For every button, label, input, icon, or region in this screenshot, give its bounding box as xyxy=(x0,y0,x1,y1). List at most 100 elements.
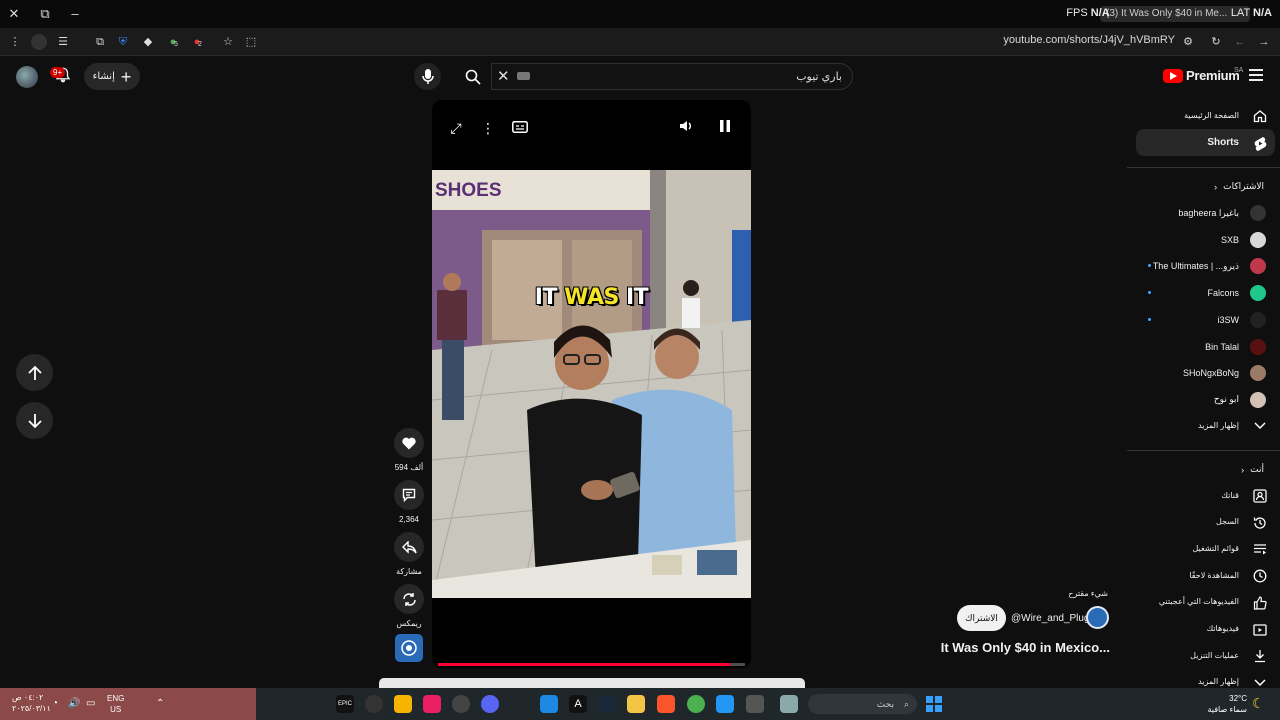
show-hidden-icons-icon[interactable]: ⌃ xyxy=(156,698,164,709)
channel-avatar[interactable] xyxy=(1086,606,1109,629)
sidebar-item-you[interactable]: عمليات التنزيل xyxy=(1136,642,1275,668)
extensions-icon[interactable]: ⧉ xyxy=(92,34,108,50)
sidebar-item-you[interactable]: السجل xyxy=(1136,509,1275,535)
youtube-play-logo-icon xyxy=(1163,68,1183,83)
sidebar-item-label: إظهار المزيد xyxy=(1198,420,1239,430)
restore-window-button[interactable]: ⧉ xyxy=(35,4,55,24)
taskbar-clock[interactable]: ٠٤:٠٢ ص ٢٠٢٥/٠٣/١١ xyxy=(12,692,51,714)
remix-button[interactable] xyxy=(394,584,424,614)
captions-icon[interactable] xyxy=(511,119,529,137)
back-icon[interactable]: → xyxy=(1256,34,1272,50)
voice-search-button[interactable] xyxy=(414,63,441,90)
discord-icon[interactable] xyxy=(481,695,499,713)
screenshot-icon[interactable]: ⬚ xyxy=(243,34,259,50)
subscribe-button[interactable]: الاشتراك xyxy=(957,605,1006,631)
weather-condition: سماء صافية xyxy=(1207,705,1247,714)
sidebar-subscription-item[interactable]: SHoNgxBoNg xyxy=(1136,362,1275,384)
sidebar-item-you[interactable]: الفيديوهات التي أعجبتني xyxy=(1136,589,1275,615)
next-short-button[interactable] xyxy=(16,402,53,439)
app-icon-light[interactable] xyxy=(780,695,798,713)
sidebar-subscription-item[interactable]: ابو نوح xyxy=(1136,389,1275,411)
sidebar-item-you[interactable]: قناتك xyxy=(1136,482,1275,508)
weather-widget[interactable]: 32°C سماء صافية xyxy=(1205,693,1247,715)
sidebar-item-you[interactable]: قوائم التشغيل xyxy=(1136,535,1275,561)
guide-menu-icon[interactable] xyxy=(1249,69,1263,81)
windows-start-icon[interactable] xyxy=(926,696,942,712)
sidebar-subscription-item[interactable]: i3SW xyxy=(1136,309,1275,331)
sidebar-item-you[interactable]: فيديوهاتك xyxy=(1136,616,1275,642)
reload-icon[interactable]: ↻ xyxy=(1208,34,1224,50)
sidebar-subscription-item[interactable]: The Ultimates | ...ذيرو xyxy=(1136,255,1275,277)
you-header[interactable]: › أنت xyxy=(1241,464,1264,475)
comments-button[interactable] xyxy=(394,480,424,510)
create-button[interactable]: إنشاء + xyxy=(84,63,140,90)
sidebar-item-shorts[interactable]: Shorts xyxy=(1136,129,1275,156)
subscriptions-show-more[interactable]: إظهار المزيد xyxy=(1136,412,1275,438)
sidebar-subscription-item[interactable]: SXB xyxy=(1136,229,1275,251)
reading-list-icon[interactable]: ☰ xyxy=(55,34,71,50)
remix-action[interactable]: ريمكس xyxy=(394,584,424,628)
shorts-player[interactable]: ⤢ ⋮ SHOES IT WAS IT xyxy=(432,100,751,668)
search-button[interactable] xyxy=(455,64,491,90)
network-icon[interactable]: ▭ xyxy=(86,698,95,709)
keyboard-icon[interactable] xyxy=(517,72,530,80)
app-icon-dark[interactable] xyxy=(365,695,383,713)
volume-tray-icon[interactable]: 🔊 xyxy=(68,698,80,709)
like-action[interactable]: 594 ألف xyxy=(394,428,424,472)
channel-name[interactable]: @Wire_and_Plug xyxy=(1011,613,1090,624)
share-button[interactable] xyxy=(394,532,424,562)
extension-diamond-icon[interactable]: ◆ xyxy=(140,34,156,50)
mail-icon[interactable] xyxy=(540,695,558,713)
sidebar-subscription-item[interactable]: Bin Talal xyxy=(1136,336,1275,358)
bookmark-star-icon[interactable]: ☆ xyxy=(220,34,236,50)
search-query-text[interactable]: باري تيوب xyxy=(760,70,842,83)
more-options-icon[interactable]: ⋮ xyxy=(479,119,497,137)
shield-extension-icon[interactable]: ⛨ xyxy=(115,34,131,50)
chat-icon[interactable]: ◔ xyxy=(52,698,58,709)
menu-dots-icon[interactable]: ⋮ xyxy=(7,34,23,50)
taskbar-search[interactable]: بحث ⌕ xyxy=(808,694,917,714)
subscription-name: i3SW xyxy=(1217,314,1239,325)
fullscreen-icon[interactable]: ⤢ xyxy=(447,119,465,137)
clear-search-icon[interactable]: ✕ xyxy=(497,67,510,85)
video-title[interactable]: It Was Only $40 in Mexico... xyxy=(900,640,1110,655)
brave-icon[interactable] xyxy=(657,695,675,713)
sidebar-subscription-item[interactable]: bagheera باغيرا xyxy=(1136,202,1275,224)
subscription-name: bagheera باغيرا xyxy=(1178,207,1239,218)
sidebar-item-label: عمليات التنزيل xyxy=(1190,650,1239,660)
sidebar-item-home[interactable]: الصفحة الرئيسية xyxy=(1136,102,1275,129)
channel-thumbnail[interactable] xyxy=(395,634,423,662)
app-icon-yellow[interactable] xyxy=(394,695,412,713)
comments-action[interactable]: 2,364 xyxy=(394,480,424,524)
store-icon[interactable] xyxy=(716,695,734,713)
close-window-button[interactable]: ✕ xyxy=(4,4,24,24)
sidebar-item-you[interactable]: إظهار المزيد xyxy=(1136,669,1275,688)
task-view-icon[interactable] xyxy=(746,695,764,713)
video-frame[interactable]: SHOES IT WAS IT xyxy=(432,170,751,598)
forward-icon[interactable]: ← xyxy=(1232,34,1248,50)
app-icon-gray[interactable] xyxy=(452,695,470,713)
app-icon-a[interactable]: A xyxy=(569,695,587,713)
epic-games-icon[interactable]: EPIC xyxy=(336,695,354,713)
file-explorer-icon[interactable] xyxy=(627,695,645,713)
sidebar-item-you[interactable]: المشاهدة لاحقًا xyxy=(1136,562,1275,588)
tiktok-icon[interactable] xyxy=(423,695,441,713)
share-action[interactable]: مشاركة xyxy=(394,532,424,576)
previous-short-button[interactable] xyxy=(16,354,53,391)
address-bar[interactable]: youtube.com/shorts/J4jV_hVBmRY xyxy=(1000,34,1175,50)
like-button[interactable] xyxy=(394,428,424,458)
progress-bar[interactable] xyxy=(438,663,745,666)
youtube-premium-logo[interactable]: Premium xyxy=(1163,68,1240,83)
chrome-icon[interactable] xyxy=(687,695,705,713)
minimize-window-button[interactable]: – xyxy=(65,4,85,24)
subscription-avatar xyxy=(1250,391,1266,408)
profile-icon[interactable] xyxy=(31,34,47,50)
steam-icon[interactable] xyxy=(598,695,616,713)
volume-icon[interactable] xyxy=(677,119,695,137)
pause-icon[interactable] xyxy=(716,119,734,137)
subscriptions-header[interactable]: › الاشتراكات xyxy=(1214,181,1264,192)
sidebar-subscription-item[interactable]: Falcons xyxy=(1136,282,1275,304)
input-language-indicator[interactable]: ENG US xyxy=(107,693,124,715)
account-avatar[interactable] xyxy=(16,66,38,88)
site-settings-icon[interactable]: ⚙ xyxy=(1180,34,1196,50)
